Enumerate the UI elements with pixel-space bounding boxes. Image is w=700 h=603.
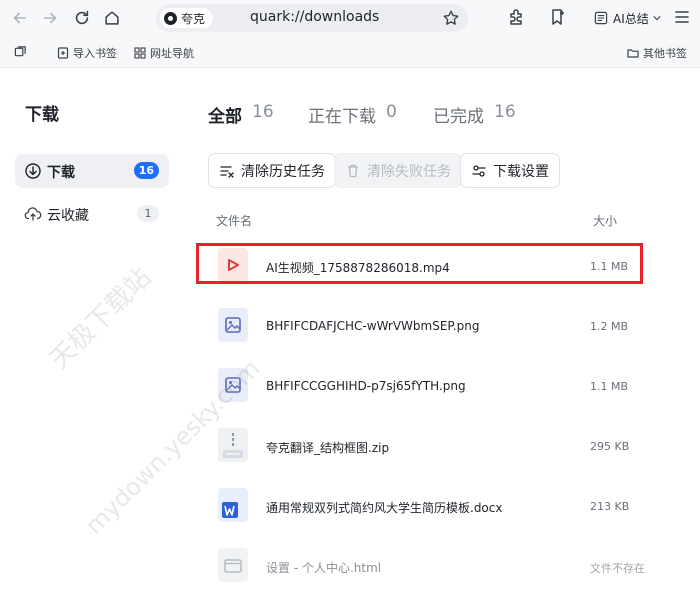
ai-summary-label: AI总结 bbox=[613, 11, 649, 26]
image-file-icon bbox=[218, 308, 248, 342]
clear-history-button[interactable]: 清除历史任务 bbox=[208, 153, 336, 188]
file-name[interactable]: BHFIFCCGGHIHD-p7sj65fYTH.png bbox=[266, 379, 466, 393]
tab-count: 16 bbox=[252, 102, 274, 122]
home-icon bbox=[105, 11, 119, 25]
file-name[interactable]: 通用常规双列式简约风大学生简历模板.docx bbox=[266, 499, 502, 516]
clear-list-icon bbox=[220, 165, 234, 178]
download-settings-button[interactable]: 下载设置 bbox=[460, 153, 560, 188]
chevron-down-icon bbox=[653, 16, 661, 21]
count-badge: 16 bbox=[133, 162, 159, 179]
watermark-text: 天极下载站 bbox=[44, 262, 158, 376]
ai-summary-button[interactable]: AI总结 bbox=[593, 8, 661, 28]
ai-summary-icon bbox=[594, 11, 608, 25]
arrow-left-icon bbox=[13, 12, 27, 24]
cloud-upload-icon bbox=[24, 207, 42, 221]
folder-icon bbox=[627, 49, 639, 58]
site-chip[interactable]: 夸克 bbox=[160, 8, 214, 28]
trash-icon bbox=[348, 164, 358, 177]
file-row[interactable]: 通用常规双列式简约风大学生简历模板.docx 213 KB bbox=[210, 485, 640, 529]
sidebar-item-cloud[interactable]: 云收藏 1 bbox=[15, 197, 169, 231]
file-name[interactable]: BHFIFCDAFJCHC-wWrVWbmSEP.png bbox=[266, 319, 479, 333]
file-name[interactable]: 设置 - 个人中心.html bbox=[266, 559, 381, 576]
grid-icon bbox=[134, 47, 146, 59]
bookmarks-bar: 导入书签 网址导航 其他书签 bbox=[0, 36, 700, 68]
bookmark-label: 导入书签 bbox=[73, 47, 117, 60]
file-row[interactable]: 夸克翻译_结构框图.zip 295 KB bbox=[210, 425, 640, 469]
extensions-icon[interactable] bbox=[506, 7, 526, 27]
sidebar-item-label: 下载 bbox=[47, 165, 75, 181]
tab-label: 全部 bbox=[208, 107, 242, 127]
button-label: 清除失败任务 bbox=[367, 163, 451, 180]
file-size: 1.1 MB bbox=[590, 380, 629, 393]
column-header-name[interactable]: 文件名 bbox=[216, 212, 252, 229]
other-bookmarks-label: 其他书签 bbox=[643, 47, 687, 60]
zip-file-icon bbox=[218, 428, 248, 462]
image-file-icon bbox=[218, 368, 248, 402]
tab-count: 16 bbox=[494, 102, 516, 122]
forward-button[interactable] bbox=[38, 6, 62, 30]
address-bar[interactable]: 夸克 quark://downloads bbox=[156, 4, 468, 32]
settings-sliders-icon bbox=[472, 164, 486, 177]
bookmark-import[interactable]: 导入书签 bbox=[57, 45, 117, 61]
file-name[interactable]: 夸克翻译_结构框图.zip bbox=[266, 439, 389, 456]
site-name: 夸克 bbox=[181, 11, 206, 26]
download-circle-icon bbox=[25, 163, 41, 179]
tab-count: 0 bbox=[386, 102, 397, 122]
sidebar-item-label: 云收藏 bbox=[47, 208, 89, 224]
sidebar-item-downloads[interactable]: 下载 16 bbox=[15, 154, 169, 188]
file-row[interactable]: 设置 - 个人中心.html 文件不存在 bbox=[210, 545, 645, 589]
star-icon[interactable] bbox=[442, 9, 460, 27]
html-file-icon bbox=[218, 548, 248, 582]
button-label: 清除历史任务 bbox=[241, 163, 325, 180]
url-text[interactable]: quark://downloads bbox=[250, 9, 379, 25]
word-file-icon bbox=[218, 488, 248, 522]
button-label: 下载设置 bbox=[493, 163, 549, 180]
file-status: 文件不存在 bbox=[590, 562, 645, 575]
file-size: 295 KB bbox=[590, 440, 630, 453]
bookmark-nav[interactable]: 网址导航 bbox=[134, 45, 194, 61]
reload-icon bbox=[75, 10, 89, 25]
bookmark-label: 网址导航 bbox=[150, 47, 194, 60]
file-row[interactable]: BHFIFCCGGHIHD-p7sj65fYTH.png 1.1 MB bbox=[210, 365, 640, 409]
tabs-icon[interactable] bbox=[14, 45, 27, 58]
highlight-box bbox=[196, 243, 643, 284]
sidebar-title: 下载 bbox=[25, 105, 59, 125]
menu-icon[interactable] bbox=[672, 7, 692, 27]
clear-failed-button[interactable]: 清除失败任务 bbox=[334, 153, 462, 188]
arrow-right-icon bbox=[43, 12, 57, 24]
bookmark-add-icon[interactable] bbox=[548, 7, 568, 27]
tab-completed[interactable]: 已完成 16 bbox=[433, 102, 516, 127]
tab-downloading[interactable]: 正在下载 0 bbox=[308, 102, 397, 127]
back-button[interactable] bbox=[8, 6, 32, 30]
file-size: 1.2 MB bbox=[590, 320, 629, 333]
count-badge: 1 bbox=[137, 205, 159, 222]
tab-label: 已完成 bbox=[433, 107, 484, 127]
quark-logo-icon bbox=[164, 11, 177, 25]
column-header-size[interactable]: 大小 bbox=[593, 212, 617, 229]
tab-label: 正在下载 bbox=[308, 107, 376, 127]
home-button[interactable] bbox=[100, 6, 124, 30]
file-size: 213 KB bbox=[590, 500, 630, 513]
tab-all[interactable]: 全部 16 bbox=[208, 102, 274, 127]
file-row[interactable]: BHFIFCDAFJCHC-wWrVWbmSEP.png 1.2 MB bbox=[210, 305, 640, 349]
browser-toolbar: 夸克 quark://downloads AI总结 bbox=[0, 0, 700, 36]
other-bookmarks[interactable]: 其他书签 bbox=[627, 45, 687, 61]
import-icon bbox=[57, 47, 69, 59]
reload-button[interactable] bbox=[70, 6, 94, 30]
